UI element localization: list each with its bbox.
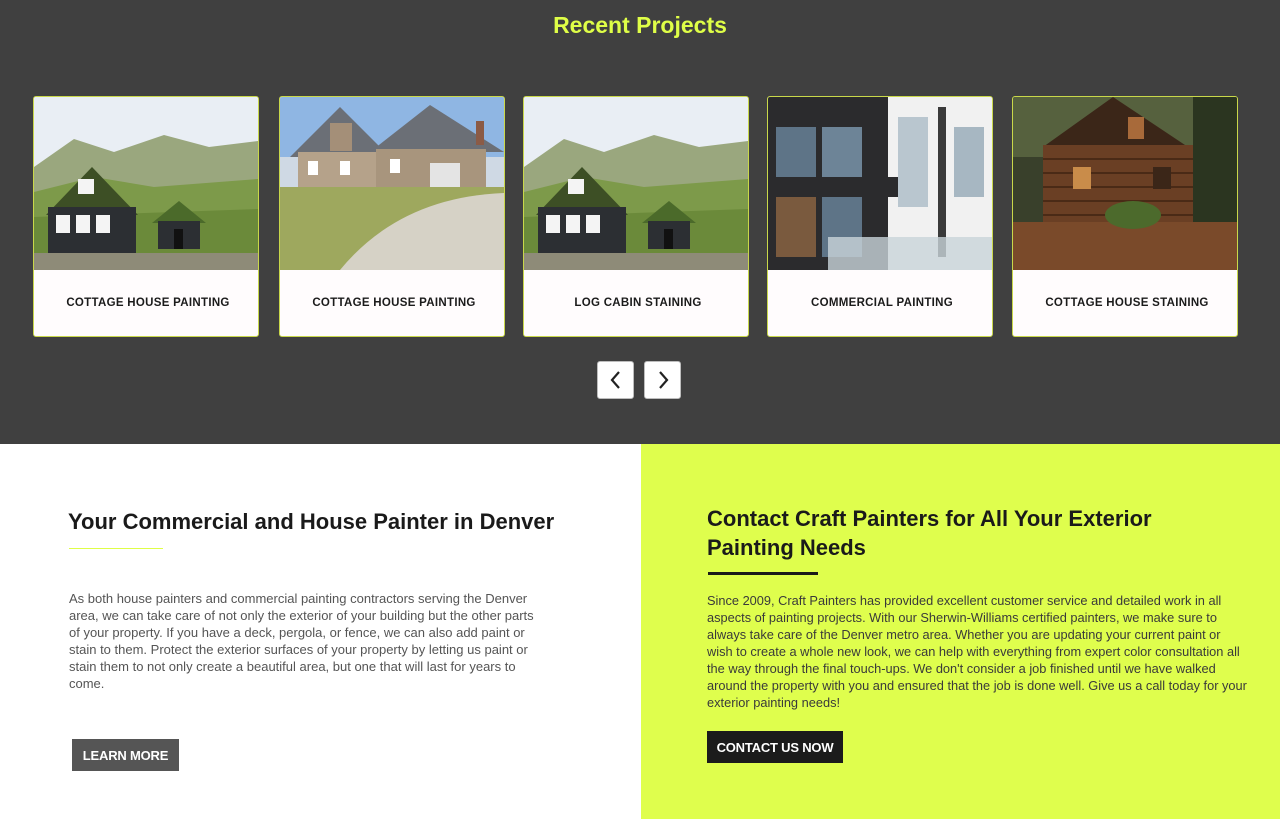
card-caption: COTTAGE HOUSE PAINTING: [312, 297, 476, 309]
carousel-next-button[interactable]: [644, 361, 681, 399]
contact-body-text: Since 2009, Craft Painters has provided …: [707, 593, 1247, 710]
cottage-house-photo: [524, 97, 748, 270]
modern-building-photo: [768, 97, 992, 270]
log-cabin-photo: [1013, 97, 1237, 270]
learn-more-button[interactable]: LEARN MORE: [72, 739, 179, 771]
about-section: Your Commercial and House Painter in Den…: [0, 444, 641, 819]
recent-projects-section: Recent Projects COTTAGE HOUSE PAINTING C…: [0, 0, 1280, 444]
card-caption: LOG CABIN STAINING: [574, 297, 702, 309]
contact-heading: Contact Craft Painters for All Your Exte…: [707, 506, 1152, 560]
card-caption: COTTAGE HOUSE PAINTING: [66, 297, 230, 309]
about-heading: Your Commercial and House Painter in Den…: [68, 509, 555, 534]
project-card[interactable]: LOG CABIN STAINING: [523, 96, 749, 337]
card-caption: COMMERCIAL PAINTING: [811, 297, 953, 309]
heading-underline: [708, 572, 818, 575]
card-caption: COTTAGE HOUSE STAINING: [1045, 297, 1209, 309]
cottage-house-photo: [34, 97, 258, 270]
project-card[interactable]: COMMERCIAL PAINTING: [767, 96, 993, 337]
chevron-left-icon: [610, 371, 620, 389]
project-card[interactable]: COTTAGE HOUSE PAINTING: [279, 96, 505, 337]
contact-us-now-button[interactable]: CONTACT US NOW: [707, 731, 843, 763]
contact-section: Contact Craft Painters for All Your Exte…: [641, 444, 1280, 819]
carousel-prev-button[interactable]: [597, 361, 634, 399]
section-title: Recent Projects: [553, 12, 727, 38]
suburban-house-photo: [280, 97, 504, 270]
heading-underline: [69, 548, 163, 549]
project-card[interactable]: COTTAGE HOUSE STAINING: [1012, 96, 1238, 337]
about-body-text: As both house painters and commercial pa…: [69, 591, 534, 691]
project-card[interactable]: COTTAGE HOUSE PAINTING: [33, 96, 259, 337]
chevron-right-icon: [658, 371, 668, 389]
